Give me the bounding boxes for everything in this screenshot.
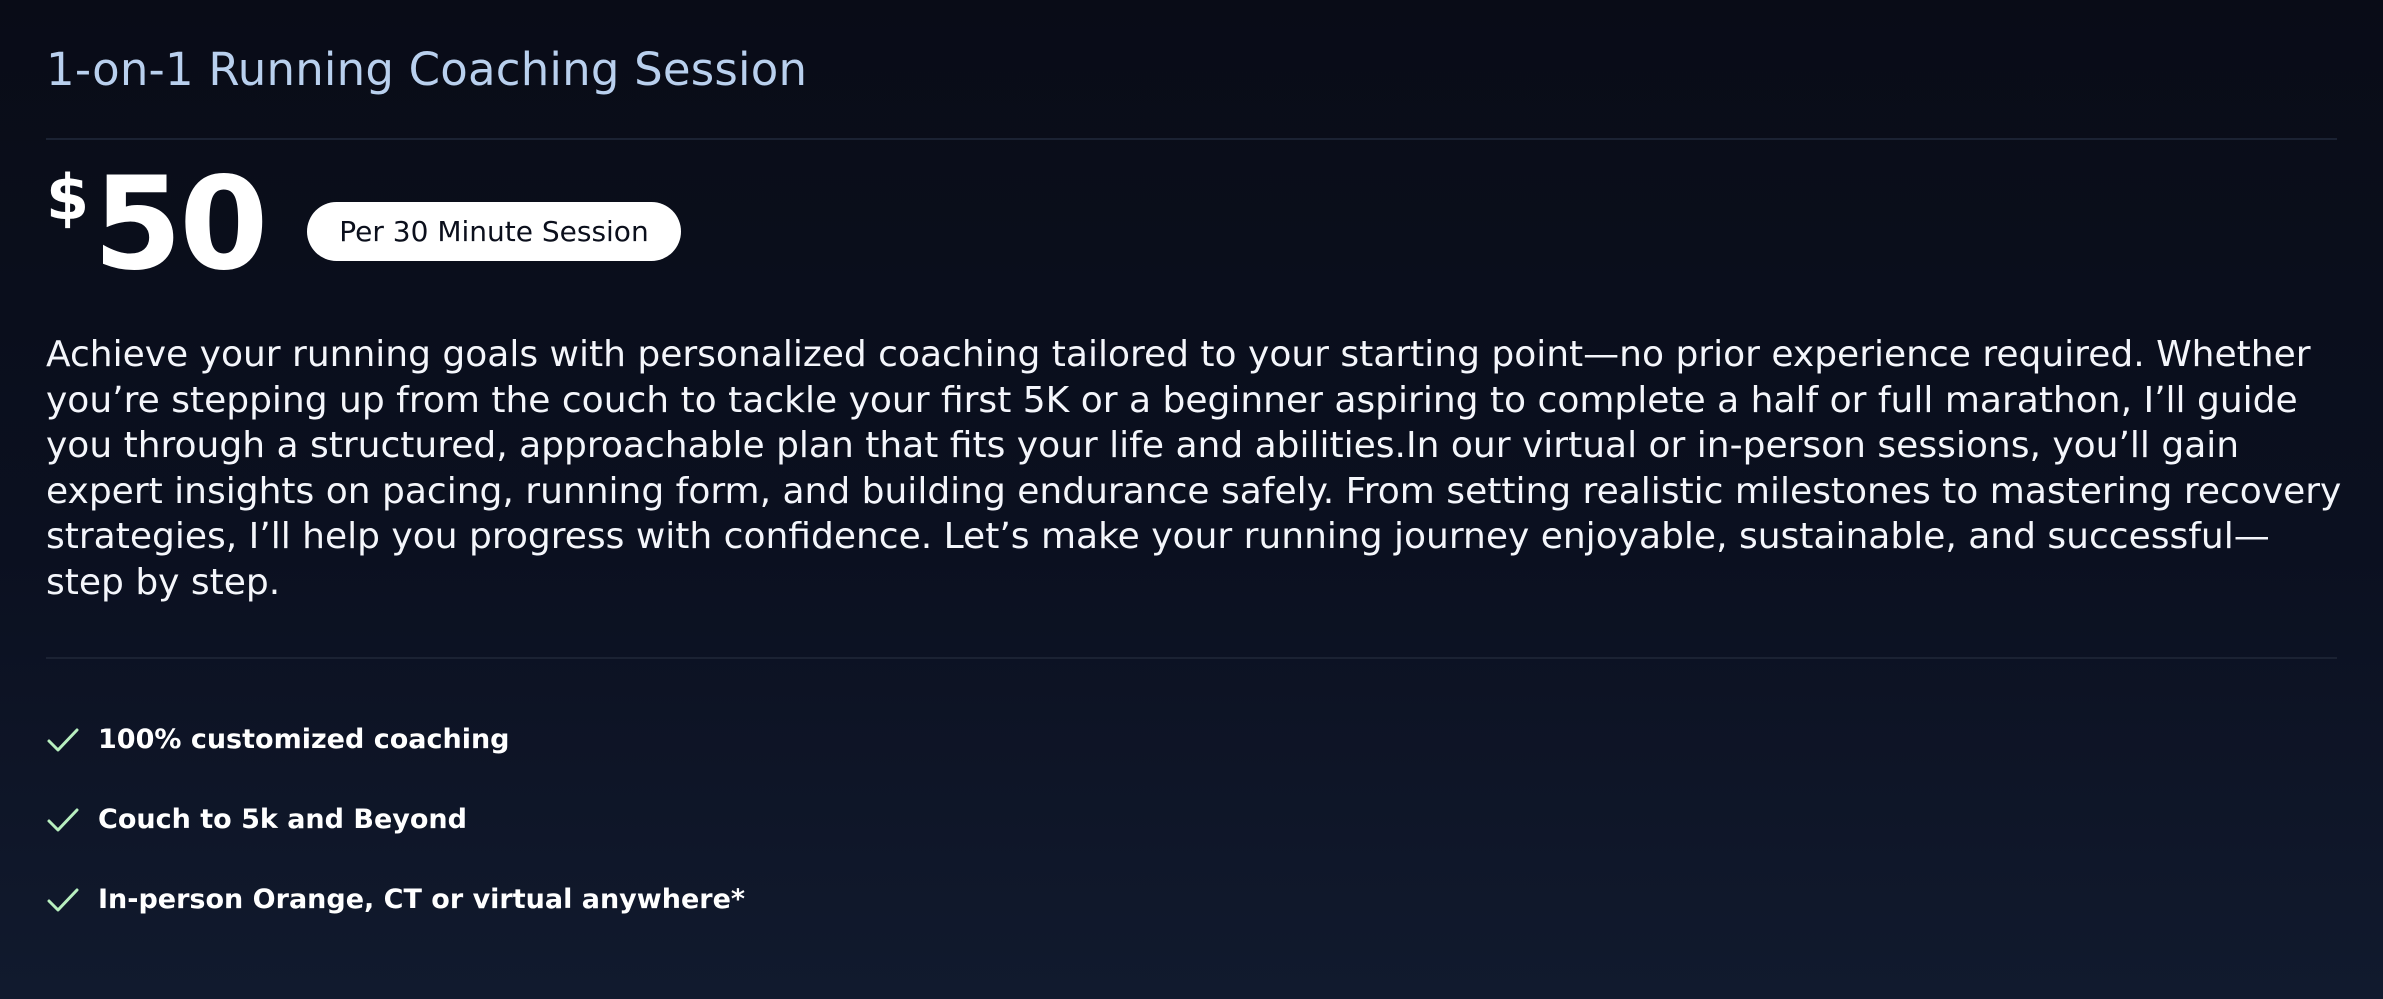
check-icon <box>47 888 79 911</box>
feature-label: 100% customized coaching <box>98 724 510 755</box>
check-icon <box>47 728 79 751</box>
price-currency: $ <box>46 161 90 234</box>
service-description: Achieve your running goals with personal… <box>46 334 2342 603</box>
feature-list: 100% customized coaching Couch to 5k and… <box>46 717 2337 922</box>
price: $ 50 <box>46 150 268 299</box>
session-length-badge: Per 30 Minute Session <box>307 201 681 261</box>
pricing-card: 1-on-1 Running Coaching Session $ 50 Per… <box>0 0 2383 999</box>
check-icon <box>47 808 79 831</box>
feature-label: In-person Orange, CT or virtual anywhere… <box>98 884 746 915</box>
price-amount: 50 <box>93 150 268 299</box>
feature-item: 100% customized coaching <box>46 717 2337 762</box>
price-row: $ 50 Per 30 Minute Session <box>46 140 2337 310</box>
feature-label: Couch to 5k and Beyond <box>98 804 467 835</box>
description-divider <box>46 657 2337 659</box>
feature-item: Couch to 5k and Beyond <box>46 797 2337 842</box>
feature-item: In-person Orange, CT or virtual anywhere… <box>46 877 2337 922</box>
card-title: 1-on-1 Running Coaching Session <box>46 43 808 96</box>
